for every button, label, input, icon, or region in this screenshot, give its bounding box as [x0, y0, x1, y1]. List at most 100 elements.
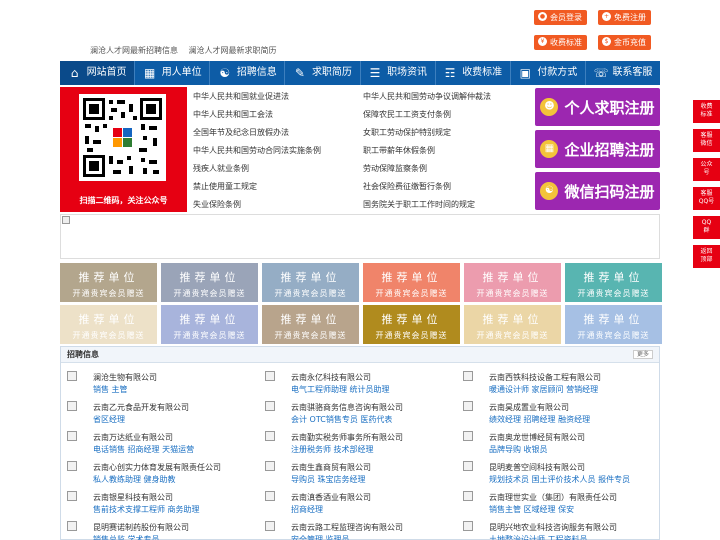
company-name[interactable]: 云南心创实力体育发展有限责任公司: [93, 462, 221, 473]
nav-resumes[interactable]: ✎ 求职简历: [285, 61, 361, 85]
nav-employers[interactable]: ▦ 用人单位: [135, 61, 211, 85]
pricing-button[interactable]: ¥ 收费标准: [534, 35, 587, 50]
job-positions[interactable]: 暖通设计师 家居顾问 营销经理: [489, 384, 598, 395]
more-button[interactable]: 更多: [632, 350, 653, 359]
job-item[interactable]: 澜沧生物有限公司 销售 主管: [61, 368, 251, 396]
law-link[interactable]: 职工带薪年休假条例: [363, 145, 435, 156]
job-positions[interactable]: 导购员 珠宝店务经理: [291, 474, 366, 485]
job-item[interactable]: 云南昊成置业有限公司 绩效经理 招聘经理 融资经理: [457, 398, 647, 426]
company-name[interactable]: 云南滇香酒业有限公司: [291, 492, 371, 503]
job-positions[interactable]: 电话销售 招商经理 天猫运营: [93, 444, 194, 455]
job-positions[interactable]: 招商经理: [291, 504, 323, 515]
recommend-tile[interactable]: 推荐单位 开通贵宾会员赠送: [565, 305, 662, 344]
job-item[interactable]: 云南理世实业（集团）有限责任公司 销售主管 区域经理 保安: [457, 488, 647, 516]
law-link[interactable]: 全国年节及纪念日放假办法: [193, 127, 289, 138]
company-name[interactable]: 昆明赛诺制药股份有限公司: [93, 522, 189, 533]
job-item[interactable]: 云南银星科技有限公司 售前技术支撑工程师 商务助理: [61, 488, 251, 516]
job-item[interactable]: 云南乙元食品开发有限公司 省区经理: [61, 398, 251, 426]
job-positions[interactable]: 省区经理: [93, 414, 125, 425]
recommend-tile[interactable]: 推荐单位 开通贵宾会员赠送: [262, 263, 359, 302]
job-positions[interactable]: 安全管理 监理员: [291, 534, 350, 540]
job-positions[interactable]: 销售主管 区域经理 保安: [489, 504, 574, 515]
company-name[interactable]: 昆明兴地农业科技咨询服务有限公司: [489, 522, 617, 533]
company-name[interactable]: 云南理世实业（集团）有限责任公司: [489, 492, 617, 503]
company-name[interactable]: 云南云路工程监理咨询有限公司: [291, 522, 403, 533]
job-item[interactable]: 云南云路工程监理咨询有限公司 安全管理 监理员: [259, 518, 449, 540]
recommend-tile[interactable]: 推荐单位 开通贵宾会员赠送: [60, 263, 157, 302]
job-item[interactable]: 云南勤实税务师事务所有限公司 注册税务师 技术部经理: [259, 428, 449, 456]
law-link[interactable]: 中华人民共和国工会法: [193, 109, 273, 120]
law-link[interactable]: 失业保险条例: [193, 199, 241, 210]
job-positions[interactable]: 会计 OTC销售专员 医药代表: [291, 414, 392, 425]
nav-payment[interactable]: ▣ 付款方式: [511, 61, 586, 85]
company-name[interactable]: 云南勤实税务师事务所有限公司: [291, 432, 403, 443]
company-name[interactable]: 云南西铁科技设备工程有限公司: [489, 372, 601, 383]
sidebar-arrow-up-button[interactable]: 返回 顶部: [693, 245, 720, 268]
sidebar-wechat-official-button[interactable]: 公众号: [693, 158, 720, 181]
company-name[interactable]: 云南生鑫商贸有限公司: [291, 462, 371, 473]
sidebar-qq-button[interactable]: 客服 QQ号: [693, 187, 720, 210]
company-name[interactable]: 云南乙元食品开发有限公司: [93, 402, 189, 413]
law-link[interactable]: 残疾人就业条例: [193, 163, 249, 174]
job-item[interactable]: 云南滇香酒业有限公司 招商经理: [259, 488, 449, 516]
nav-news[interactable]: ☰ 职场资讯: [361, 61, 436, 85]
recommend-tile[interactable]: 推荐单位 开通贵宾会员赠送: [363, 305, 460, 344]
recommend-tile[interactable]: 推荐单位 开通贵宾会员赠送: [161, 263, 258, 302]
job-positions[interactable]: 销售总监 学术专员: [93, 534, 160, 540]
job-item[interactable]: 云南心创实力体育发展有限责任公司 私人教练助理 健身助教: [61, 458, 251, 486]
job-item[interactable]: 昆明兴地农业科技咨询服务有限公司 土地整治设计师 工程资料员: [457, 518, 647, 540]
recommend-tile[interactable]: 推荐单位 开通贵宾会员赠送: [464, 305, 561, 344]
recommend-tile[interactable]: 推荐单位 开通贵宾会员赠送: [363, 263, 460, 302]
register-button[interactable]: + 免费注册: [598, 10, 651, 25]
recommend-tile[interactable]: 推荐单位 开通贵宾会员赠送: [565, 263, 662, 302]
job-item[interactable]: 云南西铁科技设备工程有限公司 暖通设计师 家居顾问 营销经理: [457, 368, 647, 396]
company-name[interactable]: 云南永亿科技有限公司: [291, 372, 371, 383]
job-positions[interactable]: 注册税务师 技术部经理: [291, 444, 374, 455]
job-positions[interactable]: 电气工程师助理 统计员助理: [291, 384, 390, 395]
company-name[interactable]: 云南骐骆商务信息咨询有限公司: [291, 402, 403, 413]
law-link[interactable]: 中华人民共和国劳动合同法实施条例: [193, 145, 321, 156]
company-name[interactable]: 云南万达纸业有限公司: [93, 432, 173, 443]
law-link[interactable]: 劳动保障监察条例: [363, 163, 427, 174]
company-name[interactable]: 云南银星科技有限公司: [93, 492, 173, 503]
recommend-tile[interactable]: 推荐单位 开通贵宾会员赠送: [161, 305, 258, 344]
job-item[interactable]: 云南奥龙世博经贸有限公司 品牌导购 收银员: [457, 428, 647, 456]
law-link[interactable]: 女职工劳动保护特别规定: [363, 127, 451, 138]
company-name[interactable]: 昆明麦普空间科技有限公司: [489, 462, 585, 473]
nav-home[interactable]: ⌂ 网站首页: [60, 61, 136, 85]
wechat-register-button[interactable]: ☯ 微信扫码注册: [535, 172, 660, 210]
nav-support[interactable]: ☏ 联系客服: [586, 61, 660, 85]
recommend-tile[interactable]: 推荐单位 开通贵宾会员赠送: [60, 305, 157, 344]
job-item[interactable]: 云南永亿科技有限公司 电气工程师助理 统计员助理: [259, 368, 449, 396]
job-positions[interactable]: 规划技术员 国土评价技术人员 报件专员: [489, 474, 630, 485]
company-register-button[interactable]: ▦ 企业招聘注册: [535, 130, 660, 168]
sidebar-price-button[interactable]: 收费 标准: [693, 100, 720, 123]
law-link[interactable]: 禁止使用童工规定: [193, 181, 257, 192]
law-link[interactable]: 国务院关于职工工作时间的规定: [363, 199, 475, 210]
job-positions[interactable]: 土地整治设计师 工程资料员: [489, 534, 588, 540]
law-link[interactable]: 中华人民共和国就业促进法: [193, 91, 289, 102]
job-positions[interactable]: 私人教练助理 健身助教: [93, 474, 176, 485]
sidebar-qq-group-button[interactable]: QQ 群: [693, 216, 720, 239]
law-link[interactable]: 中华人民共和国劳动争议调解仲裁法: [363, 91, 491, 102]
latest-resumes-link[interactable]: 澜沧人才网最新求职简历: [189, 46, 277, 55]
login-button[interactable]: ● 会员登录: [534, 10, 587, 25]
recommend-tile[interactable]: 推荐单位 开通贵宾会员赠送: [464, 263, 561, 302]
company-name[interactable]: 澜沧生物有限公司: [93, 372, 157, 383]
job-positions[interactable]: 销售 主管: [93, 384, 128, 395]
recharge-button[interactable]: $ 金币充值: [598, 35, 651, 50]
job-positions[interactable]: 品牌导购 收银员: [489, 444, 548, 455]
job-positions[interactable]: 绩效经理 招聘经理 融资经理: [489, 414, 590, 425]
nav-pricing[interactable]: ☶ 收费标准: [436, 61, 511, 85]
job-item[interactable]: 云南万达纸业有限公司 电话销售 招商经理 天猫运营: [61, 428, 251, 456]
job-item[interactable]: 云南骐骆商务信息咨询有限公司 会计 OTC销售专员 医药代表: [259, 398, 449, 426]
company-name[interactable]: 云南昊成置业有限公司: [489, 402, 569, 413]
job-item[interactable]: 云南生鑫商贸有限公司 导购员 珠宝店务经理: [259, 458, 449, 486]
sidebar-wechat-button[interactable]: 客服 微信: [693, 129, 720, 152]
law-link[interactable]: 保障农民工工资支付条例: [363, 109, 451, 120]
job-item[interactable]: 昆明赛诺制药股份有限公司 销售总监 学术专员: [61, 518, 251, 540]
personal-register-button[interactable]: ☻ 个人求职注册: [535, 88, 660, 126]
job-positions[interactable]: 售前技术支撑工程师 商务助理: [93, 504, 200, 515]
latest-jobs-link[interactable]: 澜沧人才网最新招聘信息: [90, 46, 178, 55]
nav-jobs[interactable]: ☯ 招聘信息: [210, 61, 286, 85]
